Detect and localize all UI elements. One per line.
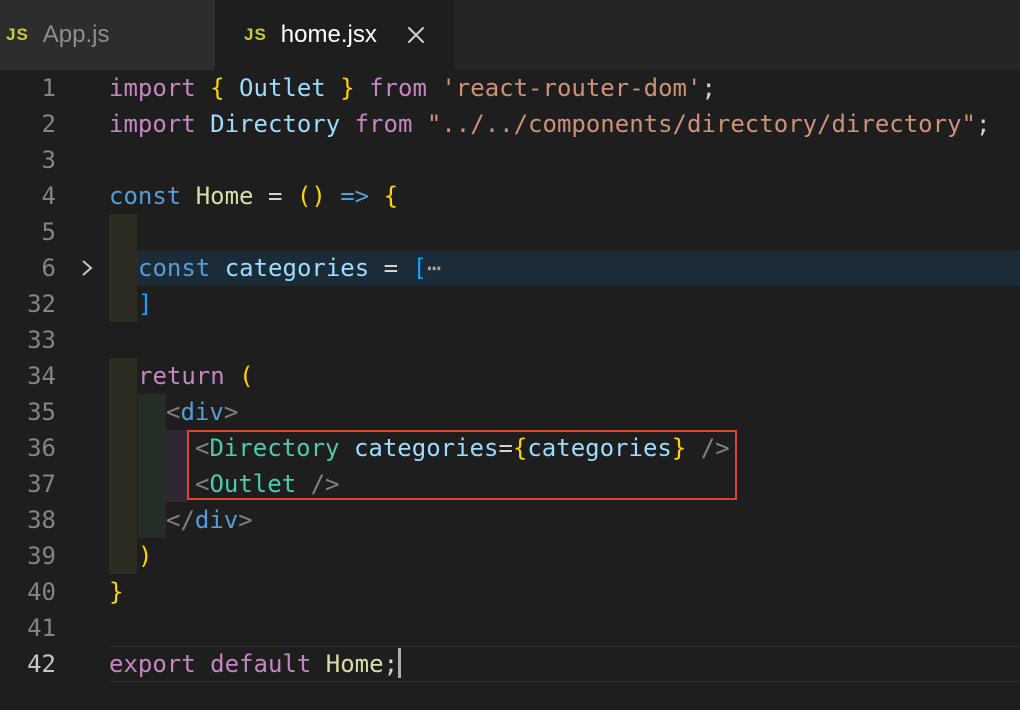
indent-guide bbox=[109, 430, 137, 466]
code-text[interactable]: <Directory categories={categories} /> bbox=[195, 430, 730, 466]
indent-guide bbox=[109, 286, 137, 322]
line-number: 3 bbox=[41, 146, 56, 174]
line-number: 32 bbox=[27, 290, 56, 318]
fold-placeholder: ⋯ bbox=[427, 254, 442, 282]
code-line-current: 42 export default Home; bbox=[0, 646, 1020, 682]
js-file-icon: JS bbox=[244, 25, 267, 44]
line-number: 1 bbox=[41, 74, 56, 102]
line-number: 2 bbox=[41, 110, 56, 138]
editor-tab-bar: JS App.js JS home.jsx bbox=[0, 0, 1020, 70]
indent-guide bbox=[138, 502, 166, 538]
indent-guide bbox=[138, 394, 166, 430]
code-line: 1 import { Outlet } from 'react-router-d… bbox=[0, 70, 1020, 106]
tab-label: home.jsx bbox=[280, 21, 377, 48]
indent-guide bbox=[109, 502, 137, 538]
code-line: 40 } bbox=[0, 574, 1020, 610]
indent-guide bbox=[109, 466, 137, 502]
code-text[interactable]: ) bbox=[138, 538, 152, 574]
indent-guide bbox=[109, 538, 137, 574]
indent-guide bbox=[109, 358, 137, 394]
line-number: 41 bbox=[27, 614, 56, 642]
tab-label: App.js bbox=[42, 21, 110, 48]
code-line: 38 </div> bbox=[0, 502, 1020, 538]
code-line: 34 return ( bbox=[0, 358, 1020, 394]
code-text[interactable]: const categories = [⋯ bbox=[138, 250, 441, 286]
indent-guide bbox=[166, 430, 187, 466]
code-line: 35 <div> bbox=[0, 394, 1020, 430]
line-number: 35 bbox=[27, 398, 56, 426]
line-number: 40 bbox=[27, 578, 56, 606]
code-line: 5 bbox=[0, 214, 1020, 250]
line-number: 38 bbox=[27, 506, 56, 534]
code-line: 4 const Home = () => { bbox=[0, 178, 1020, 214]
code-line: 36 <Directory categories={categories} /> bbox=[0, 430, 1020, 466]
tab-home-jsx[interactable]: JS home.jsx bbox=[216, 0, 454, 70]
code-text[interactable]: } bbox=[109, 574, 123, 610]
line-number: 34 bbox=[27, 362, 56, 390]
code-line: 41 bbox=[0, 610, 1020, 646]
chevron-right-icon[interactable] bbox=[78, 258, 96, 278]
code-text[interactable]: <Outlet /> bbox=[195, 466, 340, 502]
indent-guide bbox=[109, 394, 137, 430]
code-line: 2 import Directory from "../../component… bbox=[0, 106, 1020, 142]
code-text[interactable]: </div> bbox=[166, 502, 253, 538]
code-editor[interactable]: 1 import { Outlet } from 'react-router-d… bbox=[0, 70, 1020, 710]
line-number: 6 bbox=[41, 254, 56, 282]
code-line: 33 bbox=[0, 322, 1020, 358]
indent-guide bbox=[138, 430, 166, 466]
code-line: 32 ] bbox=[0, 286, 1020, 322]
line-number: 36 bbox=[27, 434, 56, 462]
line-number: 42 bbox=[27, 650, 56, 678]
code-line: 37 <Outlet /> bbox=[0, 466, 1020, 502]
code-text[interactable]: <div> bbox=[166, 394, 238, 430]
code-text[interactable]: ] bbox=[138, 286, 152, 322]
code-text[interactable]: const Home = () => { bbox=[109, 178, 398, 214]
js-file-icon: JS bbox=[6, 25, 29, 44]
indent-guide bbox=[166, 466, 187, 502]
line-number: 4 bbox=[41, 182, 56, 210]
line-number: 37 bbox=[27, 470, 56, 498]
line-number: 33 bbox=[27, 326, 56, 354]
tab-app-js[interactable]: JS App.js bbox=[0, 0, 216, 70]
close-icon[interactable] bbox=[405, 24, 427, 46]
code-text[interactable]: return ( bbox=[138, 358, 254, 394]
code-text[interactable]: import { Outlet } from 'react-router-dom… bbox=[109, 70, 716, 106]
code-line-folded: 6 const categories = [⋯ bbox=[0, 250, 1020, 286]
line-number: 5 bbox=[41, 218, 56, 246]
indent-guide bbox=[109, 214, 137, 250]
indent-guide bbox=[138, 466, 166, 502]
code-text[interactable]: import Directory from "../../components/… bbox=[109, 106, 990, 142]
text-cursor bbox=[398, 648, 402, 678]
code-line: 39 ) bbox=[0, 538, 1020, 574]
code-line: 3 bbox=[0, 142, 1020, 178]
indent-guide bbox=[109, 250, 137, 286]
line-number: 39 bbox=[27, 542, 56, 570]
code-text[interactable]: export default Home; bbox=[109, 646, 402, 682]
